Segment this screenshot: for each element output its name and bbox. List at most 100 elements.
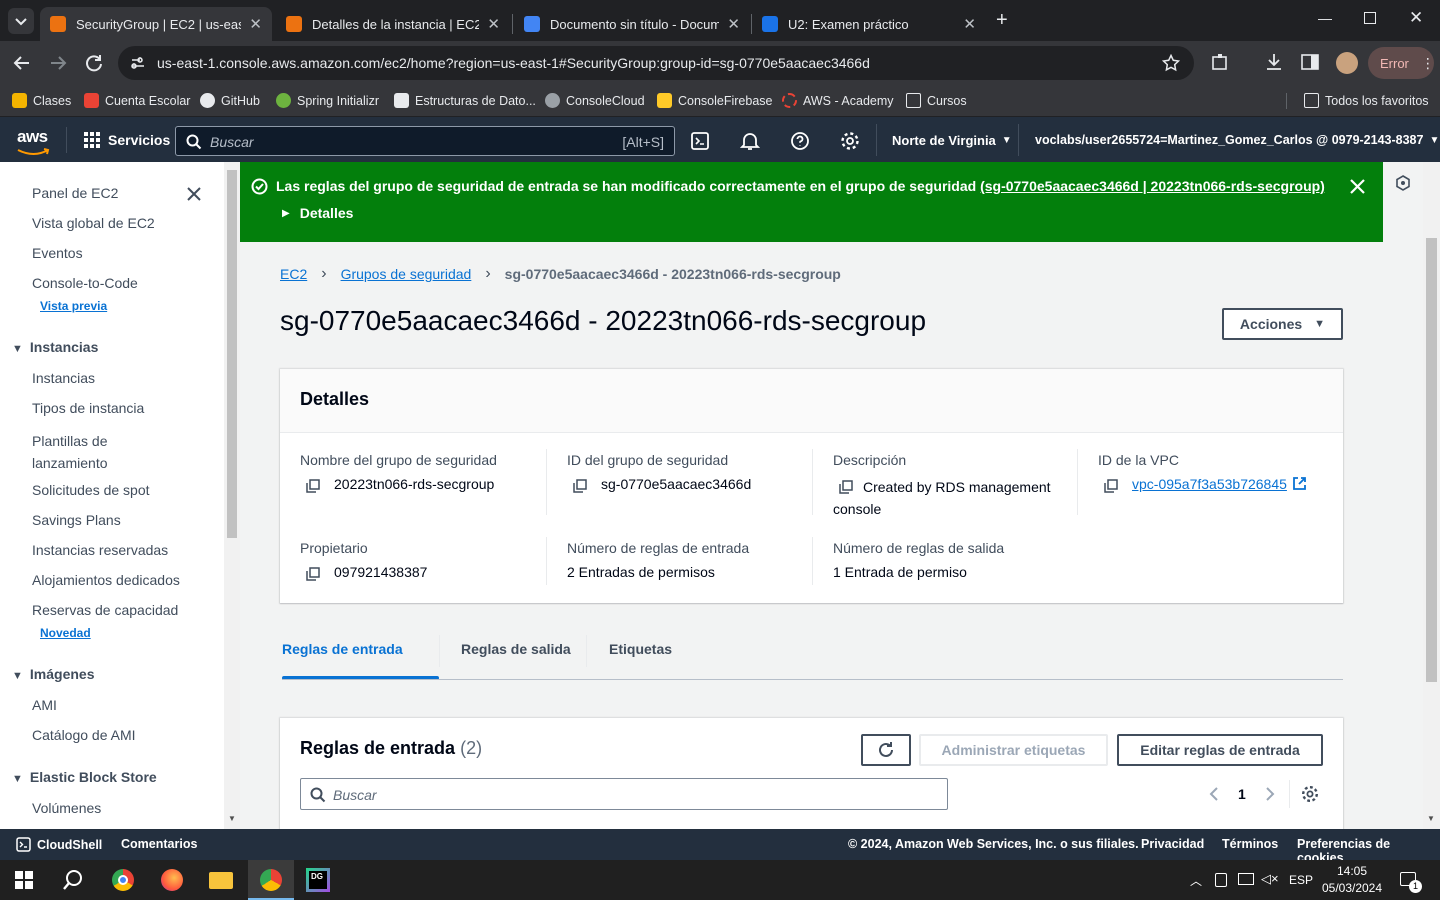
sidebar-item-global-view[interactable]: Vista global de EC2	[32, 215, 155, 231]
flash-details-toggle[interactable]: ▶ Detalles	[282, 205, 353, 221]
close-tab-icon[interactable]: ✕	[963, 15, 976, 33]
side-panel-icon[interactable]	[1300, 52, 1320, 72]
notifications-bell-icon[interactable]	[740, 131, 760, 151]
bookmark-spring[interactable]: Spring Initializr	[276, 93, 379, 108]
close-icon[interactable]	[186, 186, 202, 202]
sidebar-item-ami[interactable]: AMI	[32, 697, 57, 713]
sidebar-item-console-to-code[interactable]: Console-to-Code	[32, 275, 138, 291]
refresh-button[interactable]	[861, 734, 911, 766]
datagrip-taskbar-icon[interactable]: DG	[306, 868, 330, 892]
sidebar-section-ebs[interactable]: ▼ Elastic Block Store	[12, 769, 157, 785]
bookmark-cursos[interactable]: Cursos	[906, 93, 967, 108]
sidebar-item-volumes[interactable]: Volúmenes	[32, 800, 101, 816]
dismiss-close-icon[interactable]	[1350, 179, 1365, 194]
preview-badge[interactable]: Vista previa	[40, 299, 107, 313]
network-icon[interactable]	[1238, 873, 1254, 885]
browser-tab-document[interactable]: Documento sin título - Docume ✕	[514, 7, 750, 41]
tab-search-button[interactable]	[8, 8, 34, 34]
restore-button[interactable]	[1364, 12, 1376, 24]
footer-terms[interactable]: Términos	[1222, 837, 1278, 851]
sidebar-item-dedicated-hosts[interactable]: Alojamientos dedicados	[32, 572, 180, 588]
sidebar-section-images[interactable]: ▼ Imágenes	[12, 666, 94, 682]
copy-icon[interactable]	[1104, 479, 1118, 493]
tab-outbound-rules[interactable]: Reglas de salida	[461, 641, 571, 657]
info-panel-icon[interactable]	[1395, 175, 1411, 191]
browser-tab-instance[interactable]: Detalles de la instancia | EC2 | u ✕	[276, 7, 510, 41]
new-tab-button[interactable]: +	[996, 9, 1008, 32]
new-badge[interactable]: Novedad	[40, 626, 91, 640]
footer-privacy[interactable]: Privacidad	[1141, 837, 1204, 851]
browser-tab-exam[interactable]: U2: Examen práctico ✕	[752, 7, 986, 41]
manage-tags-button[interactable]: Administrar etiquetas	[919, 734, 1108, 766]
tab-tags[interactable]: Etiquetas	[609, 641, 672, 657]
edit-inbound-rules-button[interactable]: Editar reglas de entrada	[1117, 734, 1323, 766]
sidebar-item-ec2-dashboard[interactable]: Panel de EC2	[32, 185, 118, 201]
actions-button[interactable]: Acciones ▼	[1222, 308, 1343, 340]
scrollbar-thumb[interactable]	[227, 170, 237, 538]
profile-avatar[interactable]	[1336, 52, 1358, 74]
account-menu[interactable]: voclabs/user2655724=Martinez_Gomez_Carlo…	[1035, 133, 1439, 147]
bookmark-github[interactable]: GitHub	[200, 93, 260, 108]
file-explorer-icon[interactable]	[209, 872, 233, 889]
all-bookmarks-folder[interactable]: Todos los favoritos	[1304, 93, 1429, 108]
close-tab-icon[interactable]: ✕	[487, 15, 500, 33]
flash-security-group-link[interactable]: (sg-0770e5aacaec3466d | 20223tn066-rds-s…	[980, 178, 1325, 194]
bookmark-cuenta-escolar[interactable]: Cuenta Escolar	[84, 93, 190, 108]
clock[interactable]: 14:05 05/03/2024	[1320, 863, 1384, 897]
help-icon[interactable]	[790, 131, 810, 151]
aws-search-input[interactable]: Buscar [Alt+S]	[175, 126, 675, 156]
chrome-taskbar-icon[interactable]	[112, 869, 134, 891]
tray-device-icon[interactable]	[1215, 873, 1227, 887]
sidebar-item-instances[interactable]: Instancias	[32, 370, 95, 386]
copy-icon[interactable]	[306, 479, 320, 493]
sidebar-section-instances[interactable]: ▼ Instancias	[12, 339, 98, 355]
bookmark-consolefirebase[interactable]: ConsoleFirebase	[657, 93, 773, 108]
close-tab-icon[interactable]: ✕	[727, 15, 740, 33]
site-info-icon[interactable]	[130, 55, 146, 71]
language-indicator[interactable]: ESP	[1289, 873, 1313, 887]
volume-muted-icon[interactable]: ◁×	[1261, 871, 1279, 887]
copy-icon[interactable]	[839, 480, 853, 494]
bookmark-aws-academy[interactable]: AWS - Academy	[782, 93, 894, 108]
forward-arrow-icon[interactable]	[48, 53, 68, 73]
sidebar-item-spot-requests[interactable]: Solicitudes de spot	[32, 482, 150, 498]
vpc-id-link[interactable]: vpc-095a7f3a53b726845	[1132, 476, 1287, 492]
reload-icon[interactable]	[84, 53, 104, 73]
sidebar-item-launch-templates[interactable]: Plantillas de lanzamiento	[32, 430, 162, 474]
bookmark-star-icon[interactable]	[1162, 54, 1180, 72]
profile-error-button[interactable]: Error ⋮	[1368, 47, 1435, 79]
minimize-button[interactable]: —	[1318, 10, 1332, 26]
tab-inbound-rules[interactable]: Reglas de entrada	[282, 641, 403, 657]
sidebar-item-ami-catalog[interactable]: Catálogo de AMI	[32, 727, 136, 743]
scrollbar-thumb[interactable]	[1426, 238, 1437, 682]
address-bar[interactable]: us-east-1.console.aws.amazon.com/ec2/hom…	[118, 46, 1194, 80]
chrome-profile-taskbar-icon[interactable]	[248, 860, 294, 900]
services-menu-button[interactable]: Servicios	[84, 132, 170, 148]
breadcrumb-security-groups[interactable]: Grupos de seguridad	[341, 266, 472, 282]
bookmark-clases[interactable]: Clases	[12, 93, 71, 108]
bookmark-estructuras[interactable]: Estructuras de Dato...	[394, 93, 536, 108]
pagination-prev-icon[interactable]	[1207, 786, 1221, 802]
sidebar-item-reserved-instances[interactable]: Instancias reservadas	[32, 542, 168, 558]
footer-cloudshell[interactable]: CloudShell	[16, 837, 102, 852]
pagination-next-icon[interactable]	[1263, 786, 1277, 802]
breadcrumb-ec2[interactable]: EC2	[280, 266, 307, 282]
rules-search-input[interactable]: Buscar	[300, 778, 948, 810]
back-arrow-icon[interactable]	[12, 53, 32, 73]
copy-icon[interactable]	[573, 479, 587, 493]
search-icon[interactable]	[62, 869, 84, 891]
settings-gear-icon[interactable]	[840, 131, 860, 151]
cloudshell-icon[interactable]	[691, 132, 709, 150]
aws-logo[interactable]: aws	[17, 127, 48, 147]
region-selector[interactable]: Norte de Virginia ▼	[892, 133, 1012, 148]
sidebar-item-savings-plans[interactable]: Savings Plans	[32, 512, 121, 528]
browser-tab-securitygroup[interactable]: SecurityGroup | EC2 | us-east-1 ✕	[40, 7, 272, 41]
footer-comments[interactable]: Comentarios	[121, 837, 197, 851]
preferences-gear-icon[interactable]	[1301, 785, 1319, 803]
download-icon[interactable]	[1264, 52, 1284, 72]
sidebar-item-capacity-reservations[interactable]: Reservas de capacidad	[32, 602, 178, 618]
sidebar-item-instance-types[interactable]: Tipos de instancia	[32, 400, 144, 416]
copy-icon[interactable]	[306, 567, 320, 581]
main-scrollbar[interactable]: ▼	[1423, 162, 1440, 829]
sidebar-scrollbar[interactable]: ▼	[224, 162, 240, 829]
